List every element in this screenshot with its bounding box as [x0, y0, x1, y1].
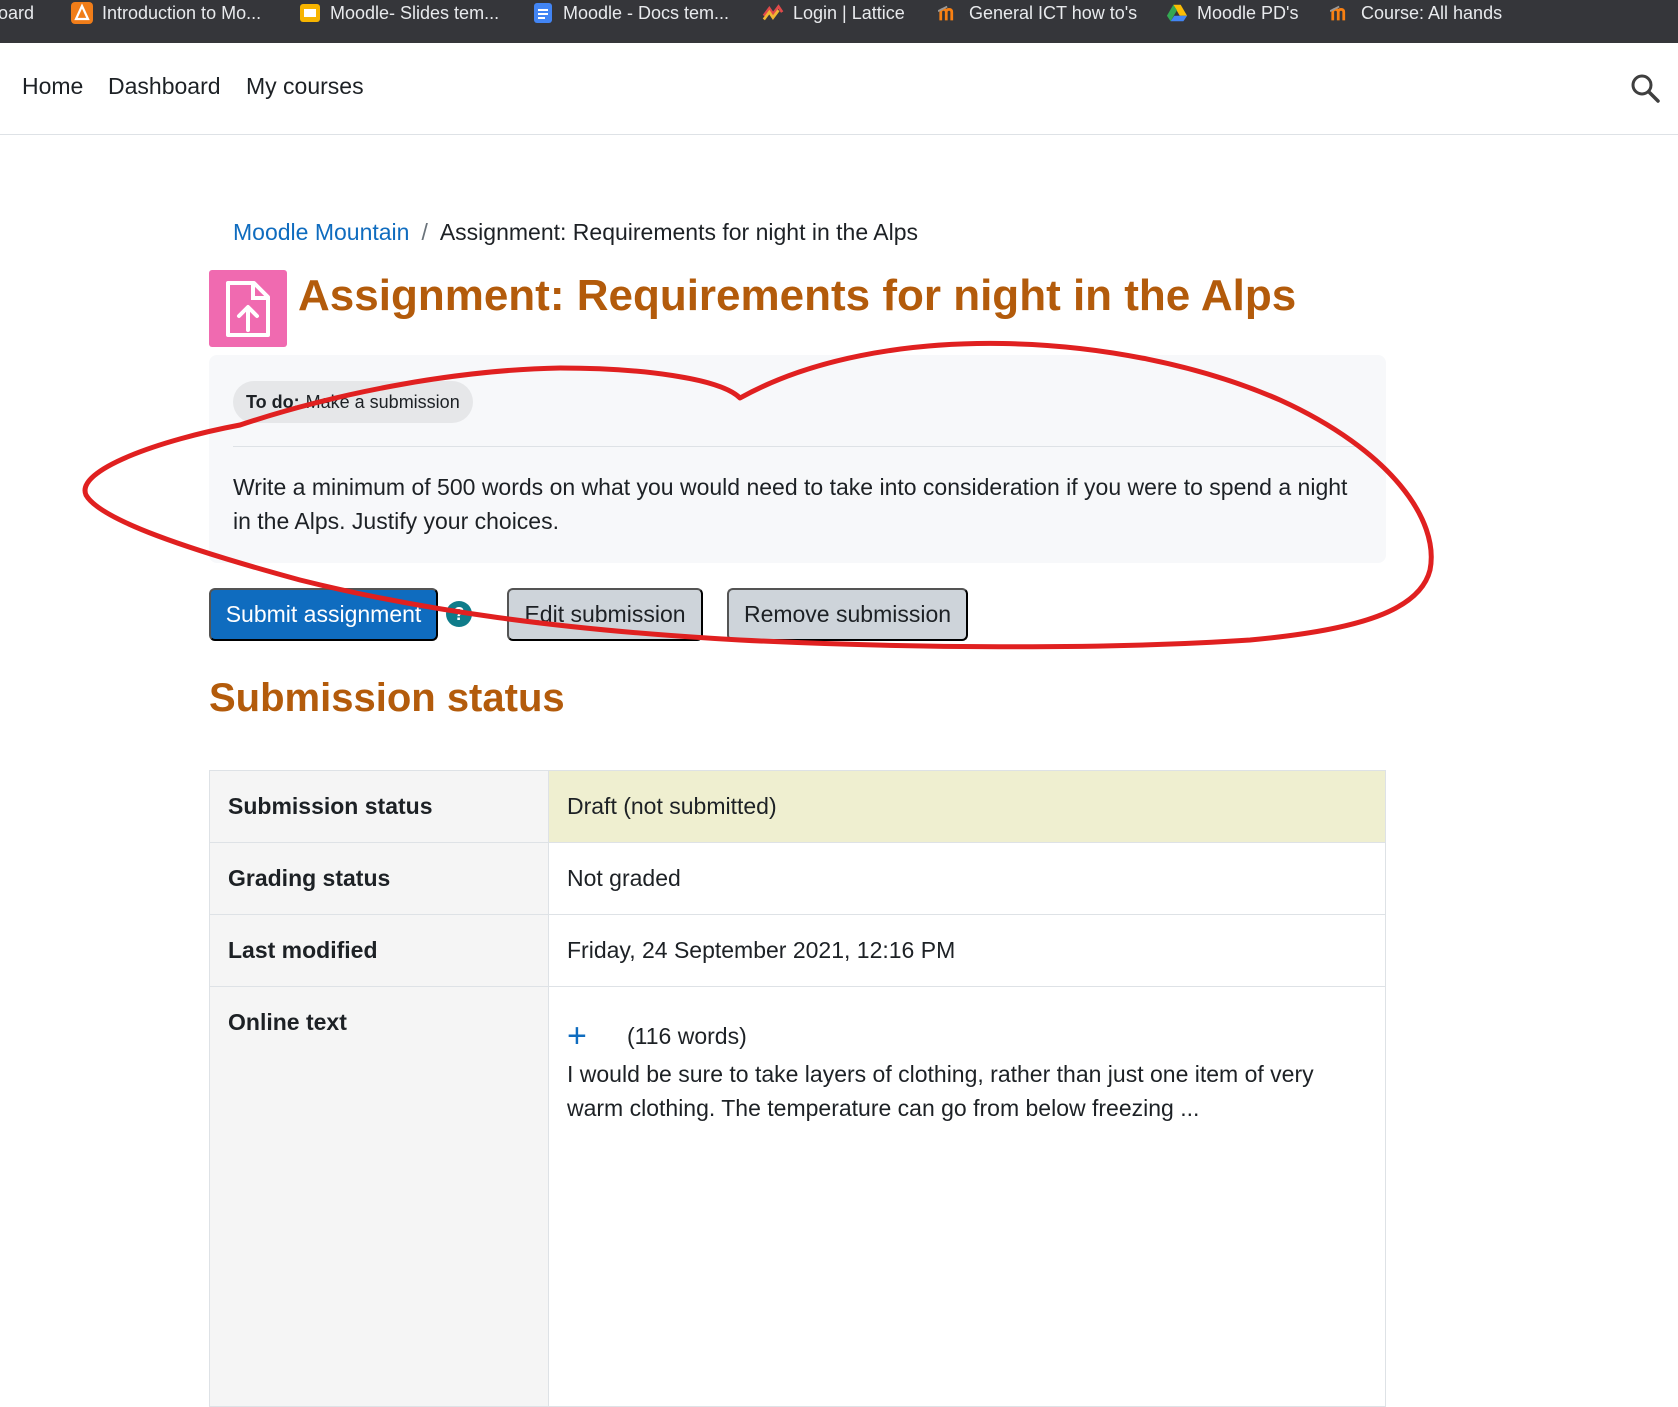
- remove-submission-button[interactable]: Remove submission: [727, 588, 968, 641]
- assignment-icon: [209, 270, 287, 347]
- online-text-summary: + (116 words): [567, 1019, 1367, 1053]
- bookmark-introduction[interactable]: Introduction to Mo...: [71, 0, 261, 26]
- bookmark-docs[interactable]: Moodle - Docs tem...: [532, 0, 729, 26]
- bookmark-label: oard: [0, 3, 35, 23]
- todo-text: Make a submission: [305, 391, 460, 412]
- nav-my-courses[interactable]: My courses: [246, 73, 364, 100]
- table-row: Grading status Not graded: [209, 842, 1386, 915]
- breadcrumb: Moodle Mountain / Assignment: Requirements…: [233, 219, 918, 246]
- breadcrumb-course-link[interactable]: Moodle Mountain: [233, 219, 409, 245]
- triangle-logo-icon: [71, 2, 93, 24]
- bookmark-lattice[interactable]: Login | Lattice: [762, 0, 905, 26]
- grading-status-value: Not graded: [548, 842, 1386, 915]
- lattice-icon: [762, 2, 784, 24]
- bookmark-label: Introduction to Mo...: [102, 3, 262, 23]
- bookmark-label: Login | Lattice: [793, 3, 905, 23]
- breadcrumb-current: Assignment: Requirements for night in th…: [439, 219, 918, 245]
- table-row: Online text + (116 words) I would be sur…: [209, 986, 1386, 1407]
- page-title: Assignment: Requirements for night in th…: [298, 271, 1297, 320]
- search-icon[interactable]: [1630, 73, 1660, 103]
- activity-information: To do: Make a submission Write a minimum …: [209, 355, 1386, 563]
- bookmark-label: Moodle - Docs tem...: [563, 3, 730, 23]
- breadcrumb-separator: /: [421, 219, 428, 245]
- bookmark-moodle-pd[interactable]: Moodle PD's: [1166, 0, 1298, 26]
- assignment-description: Write a minimum of 500 words on what you…: [233, 474, 1348, 534]
- row-label: Online text: [209, 986, 549, 1407]
- drive-icon: [1166, 2, 1188, 24]
- word-count: (116 words): [627, 1022, 747, 1049]
- row-label: Last modified: [209, 914, 549, 987]
- todo-badge: To do: Make a submission: [233, 381, 473, 423]
- submit-assignment-button[interactable]: Submit assignment: [209, 588, 438, 641]
- bookmark-label: Course: All hands: [1361, 3, 1503, 23]
- todo-label: To do:: [246, 391, 300, 412]
- primary-navigation: Home Dashboard My courses: [0, 43, 1678, 135]
- divider: [233, 446, 1362, 447]
- bookmarks-bar: oard Introduction to Mo... Moodle- Slide…: [0, 0, 1678, 43]
- online-text-excerpt: I would be sure to take layers of clothi…: [567, 1061, 1314, 1121]
- moodle-icon: [1330, 2, 1352, 24]
- expand-plus-icon[interactable]: +: [567, 1019, 599, 1053]
- help-icon[interactable]: ?: [446, 601, 472, 627]
- bookmark-slides[interactable]: Moodle- Slides tem...: [299, 0, 499, 26]
- bookmark-dashboard[interactable]: oard: [0, 0, 34, 26]
- nav-home[interactable]: Home: [22, 73, 83, 100]
- moodle-icon: [938, 2, 960, 24]
- row-label: Grading status: [209, 842, 549, 915]
- bookmark-course-all-hands[interactable]: Course: All hands: [1330, 0, 1502, 26]
- edit-submission-button[interactable]: Edit submission: [507, 588, 703, 641]
- table-row: Last modified Friday, 24 September 2021,…: [209, 914, 1386, 987]
- last-modified-value: Friday, 24 September 2021, 12:16 PM: [548, 914, 1386, 987]
- row-label: Submission status: [209, 770, 549, 843]
- bookmark-label: Moodle PD's: [1197, 3, 1299, 23]
- online-text-value: + (116 words) I would be sure to take la…: [548, 986, 1386, 1407]
- submission-status-heading: Submission status: [209, 676, 565, 720]
- nav-dashboard[interactable]: Dashboard: [108, 73, 221, 100]
- table-row: Submission status Draft (not submitted): [209, 770, 1386, 843]
- bookmark-general-ict[interactable]: General ICT how to's: [938, 0, 1137, 26]
- bookmark-label: General ICT how to's: [969, 3, 1138, 23]
- submission-status-value: Draft (not submitted): [548, 770, 1386, 843]
- bookmark-label: Moodle- Slides tem...: [330, 3, 500, 23]
- slides-icon: [299, 2, 321, 24]
- submission-status-table: Submission status Draft (not submitted) …: [209, 770, 1386, 1407]
- docs-icon: [532, 2, 554, 24]
